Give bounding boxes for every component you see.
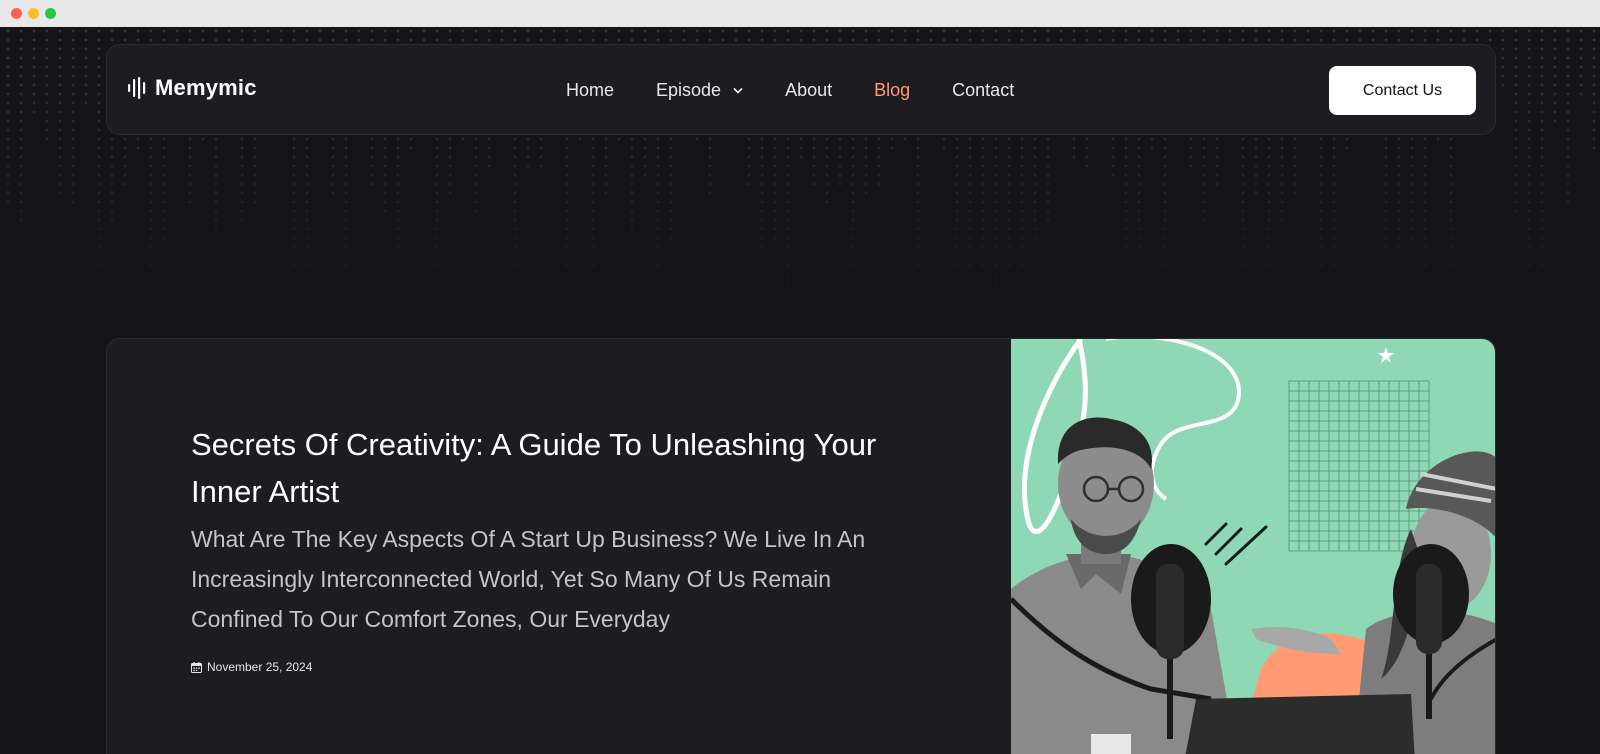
menu-item-contact[interactable]: Contact — [952, 80, 1014, 101]
menu-item-label: Episode — [656, 80, 722, 100]
brand-name: Memymic — [155, 75, 257, 100]
podcast-hosts-photo[interactable] — [1011, 339, 1496, 754]
post-date: November 25, 2024 — [191, 660, 312, 674]
chevron-down-icon — [733, 87, 743, 94]
contact-us-button[interactable]: Contact Us — [1329, 66, 1476, 115]
menu-item-episode[interactable]: Episode — [656, 80, 743, 101]
menu-item-label: Home — [566, 80, 615, 100]
menu-item-home[interactable]: Home — [566, 80, 614, 101]
close-window-button[interactable] — [11, 8, 22, 19]
maximize-window-button[interactable] — [45, 8, 56, 19]
browser-chrome — [0, 0, 1600, 27]
menu-item-about[interactable]: About — [785, 80, 832, 101]
post-date-text: November 25, 2024 — [207, 660, 313, 674]
menu-item-label: About — [785, 80, 833, 100]
minimize-window-button[interactable] — [28, 8, 39, 19]
top-navigation: Memymic Home Episode About Blog Contact … — [106, 44, 1496, 135]
menu-item-label: Contact — [952, 80, 1015, 100]
main-menu: Home Episode About Blog Contact — [566, 45, 1056, 136]
post-excerpt: What Are The Key Aspects Of A Start Up B… — [191, 526, 866, 632]
menu-item-blog[interactable]: Blog — [874, 80, 910, 101]
brand-logo[interactable]: Memymic — [127, 75, 257, 101]
featured-post-card[interactable]: Secrets Of Creativity: A Guide To Unleas… — [106, 338, 1496, 754]
menu-item-label: Blog — [874, 80, 911, 100]
page-viewport: Memymic Home Episode About Blog Contact … — [0, 27, 1600, 754]
soundwave-icon — [128, 77, 146, 99]
post-title[interactable]: Secrets Of Creativity: A Guide To Unleas… — [191, 421, 881, 515]
calendar-icon — [191, 661, 202, 673]
